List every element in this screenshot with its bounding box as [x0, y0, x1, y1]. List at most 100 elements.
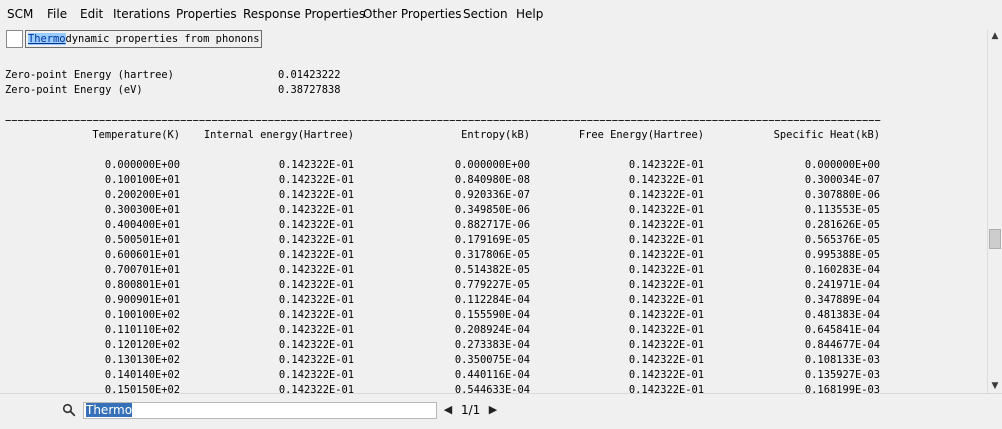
table-cell-specific-heat: 0.160283E-04 [804, 264, 880, 276]
table-cell-entropy: 0.920336E-07 [454, 189, 530, 201]
section-title: Thermodynamic properties from phonons [25, 30, 263, 48]
table-cell-specific-heat: 0.307880E-06 [804, 189, 880, 201]
table-cell-entropy: 0.882717E-06 [454, 219, 530, 231]
table-cell-free-energy: 0.142322E-01 [628, 354, 704, 366]
table-cell-free-energy: 0.142322E-01 [628, 279, 704, 291]
column-header-internal-energy: Internal energy(Hartree) [203, 129, 354, 141]
table-cell-free-energy: 0.142322E-01 [628, 309, 704, 321]
table-cell-specific-heat: 0.113553E-05 [804, 204, 880, 216]
menu-item[interactable]: Response Properties [243, 6, 365, 22]
table-cell-temperature: 0.300300E+01 [104, 204, 180, 216]
search-icon [62, 403, 76, 417]
table-cell-temperature: 0.600601E+01 [104, 249, 180, 261]
table-cell-specific-heat: 0.241971E-04 [804, 279, 880, 291]
table-cell-entropy: 0.349850E-06 [454, 204, 530, 216]
table-cell-internal-energy: 0.142322E-01 [278, 219, 354, 231]
table-cell-temperature: 0.100100E+01 [104, 174, 180, 186]
table-cell-free-energy: 0.142322E-01 [628, 294, 704, 306]
table-cell-internal-energy: 0.142322E-01 [278, 204, 354, 216]
table-cell-entropy: 0.179169E-05 [454, 234, 530, 246]
menu-item[interactable]: Help [516, 6, 543, 22]
table-cell-free-energy: 0.142322E-01 [628, 204, 704, 216]
search-input-text: Thermo [86, 403, 133, 417]
scroll-up-icon[interactable]: ▲ [988, 29, 1002, 43]
zpe-ev-label: Zero-point Energy (eV) [5, 84, 143, 96]
search-bar: Thermo ◀ 1/1 ▶ [0, 393, 1002, 429]
table-cell-internal-energy: 0.142322E-01 [278, 309, 354, 321]
output-text-area[interactable]: Thermodynamic properties from phonons Ze… [0, 29, 987, 393]
divider-line: ========================================… [5, 119, 881, 122]
menu-item[interactable]: Other Properties [363, 6, 462, 22]
table-cell-entropy: 0.112284E-04 [454, 294, 530, 306]
table-cell-specific-heat: 0.300034E-07 [804, 174, 880, 186]
menu-item[interactable]: File [47, 6, 67, 22]
column-header-free-energy: Free Energy(Hartree) [578, 129, 704, 141]
vertical-scrollbar[interactable]: ▲ ▼ [987, 29, 1002, 393]
table-cell-specific-heat: 0.645841E-04 [804, 324, 880, 336]
zpe-hartree-value: 0.01423222 [278, 69, 341, 81]
table-cell-specific-heat: 0.168199E-03 [804, 384, 880, 393]
next-match-icon[interactable]: ▶ [488, 404, 498, 416]
table-cell-temperature: 0.400400E+01 [104, 219, 180, 231]
menu-item[interactable]: Edit [80, 6, 103, 22]
table-cell-internal-energy: 0.142322E-01 [278, 264, 354, 276]
table-cell-specific-heat: 0.481383E-04 [804, 309, 880, 321]
table-cell-internal-energy: 0.142322E-01 [278, 174, 354, 186]
menu-item[interactable]: SCM [7, 6, 33, 22]
table-cell-internal-energy: 0.142322E-01 [278, 294, 354, 306]
section-title-rest: dynamic properties from phonons [65, 33, 260, 45]
table-cell-entropy: 0.000000E+00 [454, 159, 530, 171]
table-cell-internal-energy: 0.142322E-01 [278, 159, 354, 171]
table-cell-free-energy: 0.142322E-01 [628, 219, 704, 231]
table-cell-specific-heat: 0.844677E-04 [804, 339, 880, 351]
table-cell-temperature: 0.700701E+01 [104, 264, 180, 276]
previous-match-icon[interactable]: ◀ [443, 404, 453, 416]
divider-text: ========================================… [5, 119, 881, 122]
scrollbar-thumb[interactable] [989, 229, 1001, 249]
table-cell-internal-energy: 0.142322E-01 [278, 279, 354, 291]
search-match-highlight: Thermo [28, 33, 66, 45]
table-cell-free-energy: 0.142322E-01 [628, 189, 704, 201]
table-cell-free-energy: 0.142322E-01 [628, 174, 704, 186]
table-cell-internal-energy: 0.142322E-01 [278, 354, 354, 366]
column-header-entropy: Entropy(kB) [461, 129, 530, 141]
table-cell-internal-energy: 0.142322E-01 [278, 369, 354, 381]
table-cell-temperature: 0.800801E+01 [104, 279, 180, 291]
table-cell-entropy: 0.350075E-04 [454, 354, 530, 366]
menu-item[interactable]: Properties [176, 6, 237, 22]
table-cell-temperature: 0.110110E+02 [104, 324, 180, 336]
table-cell-entropy: 0.273383E-04 [454, 339, 530, 351]
column-header-temperature: Temperature(K) [92, 129, 180, 141]
menu-bar: SCM File Edit Iterations Properties Response … [0, 0, 1002, 29]
table-cell-internal-energy: 0.142322E-01 [278, 339, 354, 351]
menu-item[interactable]: Iterations [113, 6, 170, 22]
table-cell-entropy: 0.440116E-04 [454, 369, 530, 381]
section-checkbox[interactable] [6, 30, 23, 48]
table-cell-temperature: 0.200200E+01 [104, 189, 180, 201]
table-cell-temperature: 0.150150E+02 [104, 384, 180, 393]
table-cell-specific-heat: 0.347889E-04 [804, 294, 880, 306]
table-cell-free-energy: 0.142322E-01 [628, 264, 704, 276]
match-count: 1/1 [461, 403, 481, 417]
table-cell-internal-energy: 0.142322E-01 [278, 249, 354, 261]
table-cell-free-energy: 0.142322E-01 [628, 159, 704, 171]
table-cell-temperature: 0.000000E+00 [104, 159, 180, 171]
table-cell-entropy: 0.840980E-08 [454, 174, 530, 186]
table-cell-temperature: 0.500501E+01 [104, 234, 180, 246]
table-cell-temperature: 0.130130E+02 [104, 354, 180, 366]
scroll-down-icon[interactable]: ▼ [988, 379, 1002, 393]
table-cell-entropy: 0.514382E-05 [454, 264, 530, 276]
table-cell-specific-heat: 0.281626E-05 [804, 219, 880, 231]
table-cell-entropy: 0.779227E-05 [454, 279, 530, 291]
search-input[interactable]: Thermo [83, 402, 437, 419]
table-cell-free-energy: 0.142322E-01 [628, 369, 704, 381]
table-cell-free-energy: 0.142322E-01 [628, 384, 704, 393]
table-cell-specific-heat: 0.135927E-03 [804, 369, 880, 381]
table-cell-free-energy: 0.142322E-01 [628, 339, 704, 351]
table-cell-temperature: 0.900901E+01 [104, 294, 180, 306]
table-cell-internal-energy: 0.142322E-01 [278, 234, 354, 246]
zpe-ev-value: 0.38727838 [278, 84, 341, 96]
table-cell-entropy: 0.544633E-04 [454, 384, 530, 393]
table-cell-internal-energy: 0.142322E-01 [278, 324, 354, 336]
menu-item[interactable]: Section [463, 6, 508, 22]
